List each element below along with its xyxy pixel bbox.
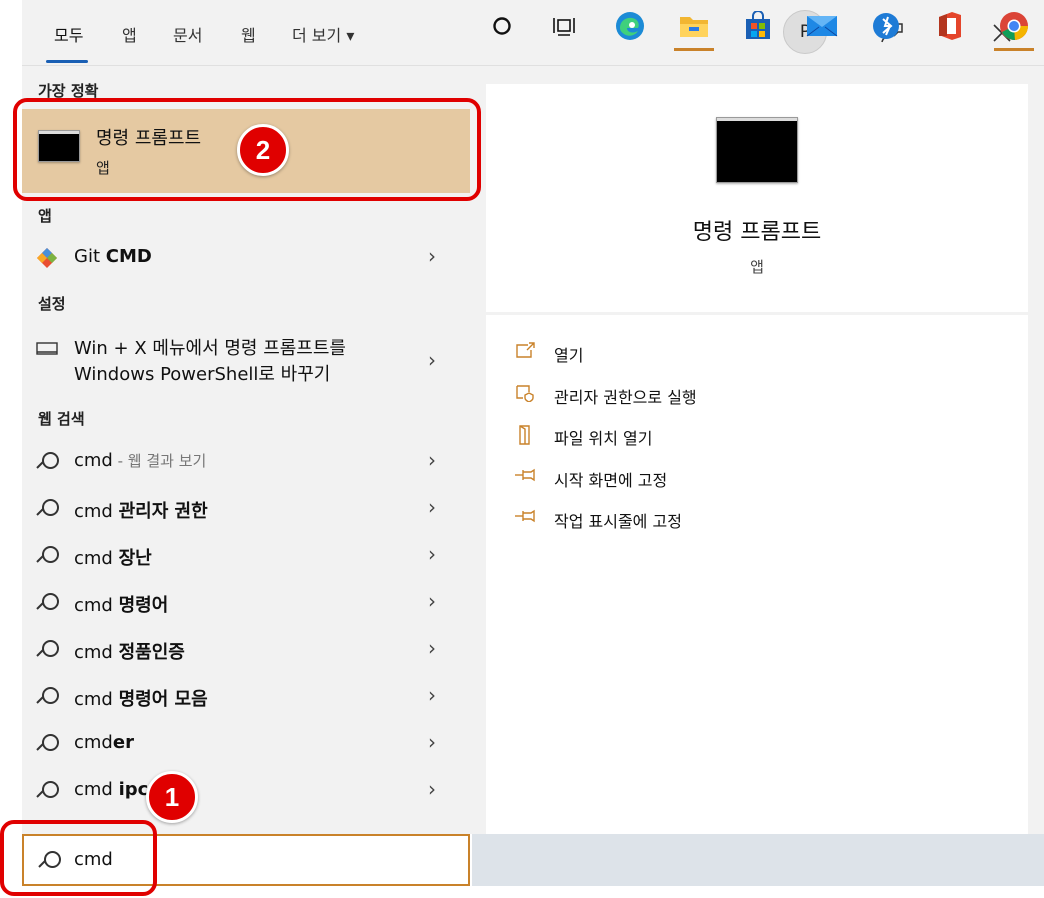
chevron-right-icon[interactable]: ›	[428, 244, 436, 268]
chevron-right-icon[interactable]: ›	[428, 589, 436, 613]
tab-apps[interactable]: 앱	[122, 22, 137, 46]
result-prefix: cmd	[74, 450, 113, 471]
store-icon[interactable]	[740, 8, 776, 44]
web-result[interactable]: cmd 관리자 권한 ›	[22, 486, 470, 532]
tab-documents[interactable]: 문서	[173, 22, 202, 46]
web-result[interactable]: cmd 정품인증 ›	[22, 627, 470, 673]
result-prefix: cmd	[74, 779, 119, 800]
mail-icon[interactable]	[804, 8, 840, 44]
result-prefix: cmd	[74, 689, 119, 710]
open-icon	[514, 342, 538, 362]
result-bold: 명령어	[118, 595, 169, 616]
pin-icon	[514, 508, 538, 528]
chevron-right-icon[interactable]: ›	[428, 777, 436, 801]
chevron-right-icon[interactable]: ›	[428, 683, 436, 707]
detail-subtitle: 앱	[750, 258, 764, 276]
action-label: 파일 위치 열기	[554, 429, 653, 448]
result-prefix: cmd	[74, 501, 119, 522]
chevron-right-icon[interactable]: ›	[428, 542, 436, 566]
highlight-search-box	[0, 820, 157, 896]
web-result[interactable]: cmd 명령어 ›	[22, 580, 470, 626]
file-explorer-icon[interactable]	[676, 8, 712, 44]
tab-more[interactable]: 더 보기 ▾	[292, 22, 354, 46]
search-icon	[36, 545, 60, 569]
chevron-right-icon[interactable]: ›	[428, 730, 436, 754]
tab-all[interactable]: 모두	[54, 22, 83, 46]
pin-icon	[514, 467, 538, 487]
settings-label-line1: Win + X 메뉴에서 명령 프롬프트를	[74, 338, 346, 359]
result-bold: 정품인증	[118, 642, 185, 663]
chevron-right-icon[interactable]: ›	[428, 348, 436, 372]
action-label: 시작 화면에 고정	[554, 471, 668, 490]
active-app-indicator	[994, 48, 1034, 51]
result-bold: ipc	[118, 779, 149, 800]
git-icon	[36, 247, 60, 271]
taskbar	[472, 834, 1044, 886]
settings-label-line2: Windows PowerShell로 바꾸기	[74, 364, 331, 385]
web-result[interactable]: cmder ›	[22, 721, 470, 767]
action-label: 관리자 권한으로 실행	[554, 388, 697, 407]
tab-web[interactable]: 웹	[241, 22, 256, 46]
action-label: 열기	[554, 346, 584, 365]
command-prompt-large-icon	[716, 117, 798, 183]
result-bold: 장난	[118, 548, 152, 569]
result-bold: CMD	[105, 246, 152, 267]
step-badge-2: 2	[237, 124, 289, 176]
file-location-icon	[514, 425, 538, 445]
app-result-git-cmd[interactable]: Git CMD ›	[22, 235, 470, 281]
section-apps: 앱	[38, 207, 52, 225]
detail-title: 명령 프롬프트	[692, 220, 822, 245]
bluetooth-share-icon[interactable]	[868, 8, 904, 44]
shield-icon	[514, 384, 538, 404]
search-icon	[36, 592, 60, 616]
settings-result[interactable]: Win + X 메뉴에서 명령 프롬프트를 Windows PowerShell…	[22, 334, 470, 390]
task-view-icon[interactable]	[546, 8, 582, 44]
search-icon	[36, 733, 60, 757]
web-result[interactable]: cmd ipc ›	[22, 768, 470, 814]
result-bold: 명령어 모음	[118, 689, 208, 710]
chrome-icon[interactable]	[996, 8, 1032, 44]
web-result[interactable]: cmd 장난 ›	[22, 533, 470, 579]
search-icon	[36, 451, 60, 475]
search-icon	[36, 498, 60, 522]
result-prefix: cmd	[74, 732, 113, 753]
search-icon	[36, 780, 60, 804]
section-settings: 설정	[38, 295, 66, 313]
section-web-search: 웹 검색	[38, 410, 85, 428]
result-bold: 관리자 권한	[118, 501, 208, 522]
active-app-indicator	[674, 48, 714, 51]
step-badge-1: 1	[146, 771, 198, 823]
result-prefix: cmd	[74, 548, 119, 569]
web-result[interactable]: cmd - 웹 결과 보기 ›	[22, 439, 470, 485]
action-label: 작업 표시줄에 고정	[554, 512, 682, 531]
result-hint: - 웹 결과 보기	[112, 452, 207, 470]
chevron-right-icon[interactable]: ›	[428, 448, 436, 472]
settings-window-icon	[36, 340, 60, 364]
office-icon[interactable]	[932, 8, 968, 44]
result-prefix: cmd	[74, 595, 119, 616]
search-icon	[36, 686, 60, 710]
search-icon	[36, 639, 60, 663]
result-bold: er	[112, 732, 134, 753]
result-prefix: cmd	[74, 642, 119, 663]
cortana-icon[interactable]	[484, 8, 520, 44]
chevron-right-icon[interactable]: ›	[428, 495, 436, 519]
web-result[interactable]: cmd 명령어 모음 ›	[22, 674, 470, 720]
result-prefix: Git	[74, 246, 106, 267]
chevron-right-icon[interactable]: ›	[428, 636, 436, 660]
edge-icon[interactable]	[612, 8, 648, 44]
active-tab-indicator	[46, 60, 88, 63]
